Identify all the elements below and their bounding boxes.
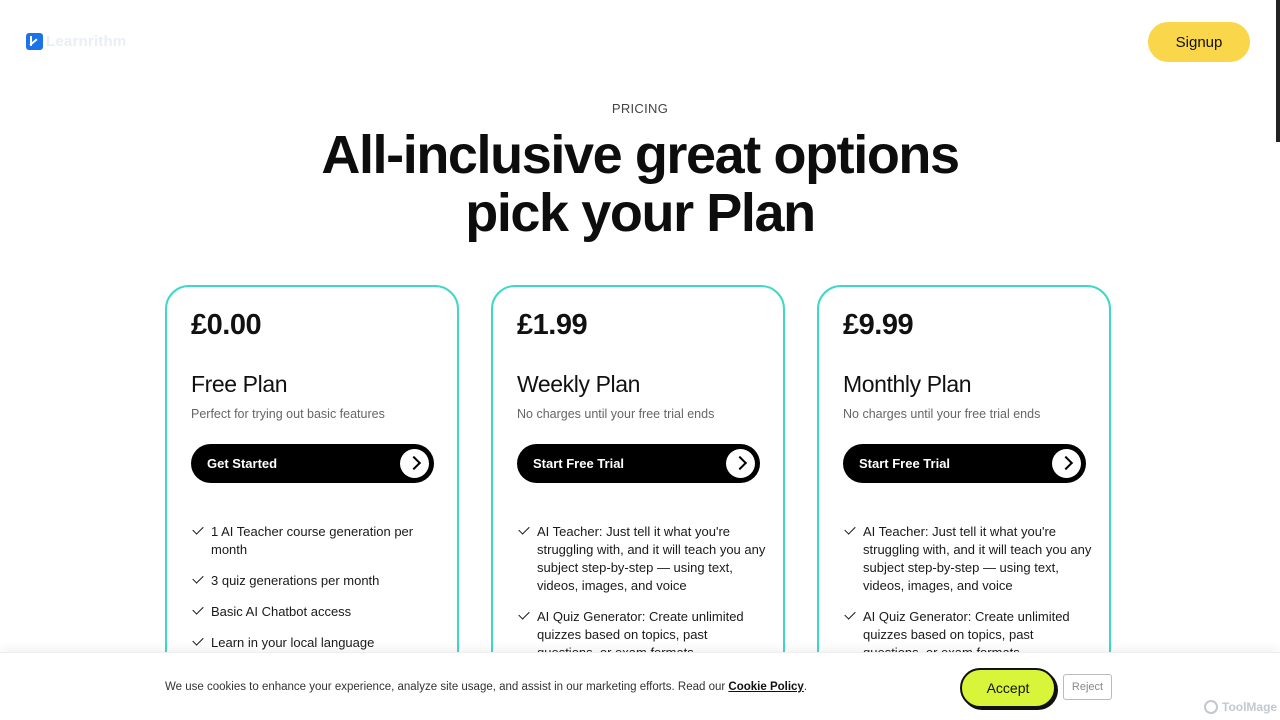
plan-name: Free Plan (191, 371, 288, 397)
list-item: AI Teacher: Just tell it what you're str… (843, 523, 1093, 595)
plan-name: Monthly Plan (843, 371, 972, 397)
logo-icon (26, 33, 43, 50)
accept-cookies-button[interactable]: Accept (960, 668, 1056, 708)
list-item: 3 quiz generations per month (191, 572, 441, 590)
button-label: Get Started (207, 456, 278, 471)
plan-price: £0.00 (191, 309, 262, 341)
signup-button[interactable]: Signup (1148, 22, 1250, 62)
page-title-line-2: pick your Plan (465, 183, 816, 243)
start-free-trial-button[interactable]: Start Free Trial (517, 444, 760, 483)
site-header: Learnrithm Signup (0, 0, 1280, 84)
feature-list: 1 AI Teacher course generation per month… (191, 523, 441, 665)
arrow-right-icon (726, 449, 755, 478)
list-item: Learn in your local language (191, 634, 441, 652)
check-icon (844, 608, 856, 620)
logo[interactable]: Learnrithm (26, 33, 126, 50)
cookie-banner: We use cookies to enhance your experienc… (0, 652, 1280, 720)
list-item: 1 AI Teacher course generation per month (191, 523, 441, 559)
toolmage-icon (1204, 700, 1218, 714)
reject-cookies-button[interactable]: Reject (1063, 674, 1112, 700)
plan-name: Weekly Plan (517, 371, 641, 397)
section-eyebrow: PRICING (611, 101, 669, 116)
check-icon (192, 523, 204, 535)
plan-description: Perfect for trying out basic features (191, 407, 385, 421)
cookie-message: We use cookies to enhance your experienc… (165, 681, 808, 693)
check-icon (192, 603, 204, 615)
check-icon (844, 523, 856, 535)
list-item: AI Teacher: Just tell it what you're str… (517, 523, 767, 595)
get-started-button[interactable]: Get Started (191, 444, 434, 483)
check-icon (518, 523, 530, 535)
arrow-right-icon (400, 449, 429, 478)
list-item: Basic AI Chatbot access (191, 603, 441, 621)
logo-text: Learnrithm (46, 33, 127, 50)
button-label: Start Free Trial (533, 456, 625, 471)
page-title-line-1: All-inclusive great options (321, 125, 960, 185)
cookie-policy-link[interactable]: Cookie Policy (728, 681, 803, 693)
arrow-right-icon (1052, 449, 1081, 478)
watermark: ToolMage (1204, 700, 1277, 714)
plan-description: No charges until your free trial ends (517, 407, 715, 421)
check-icon (192, 634, 204, 646)
watermark-text: ToolMage (1222, 700, 1278, 714)
plan-description: No charges until your free trial ends (843, 407, 1041, 421)
check-icon (518, 608, 530, 620)
check-icon (192, 572, 204, 584)
button-label: Start Free Trial (859, 456, 951, 471)
start-free-trial-button[interactable]: Start Free Trial (843, 444, 1086, 483)
plan-price: £1.99 (517, 309, 588, 341)
page-title: All-inclusive great options pick your Pl… (0, 126, 1280, 242)
plan-price: £9.99 (843, 309, 914, 341)
